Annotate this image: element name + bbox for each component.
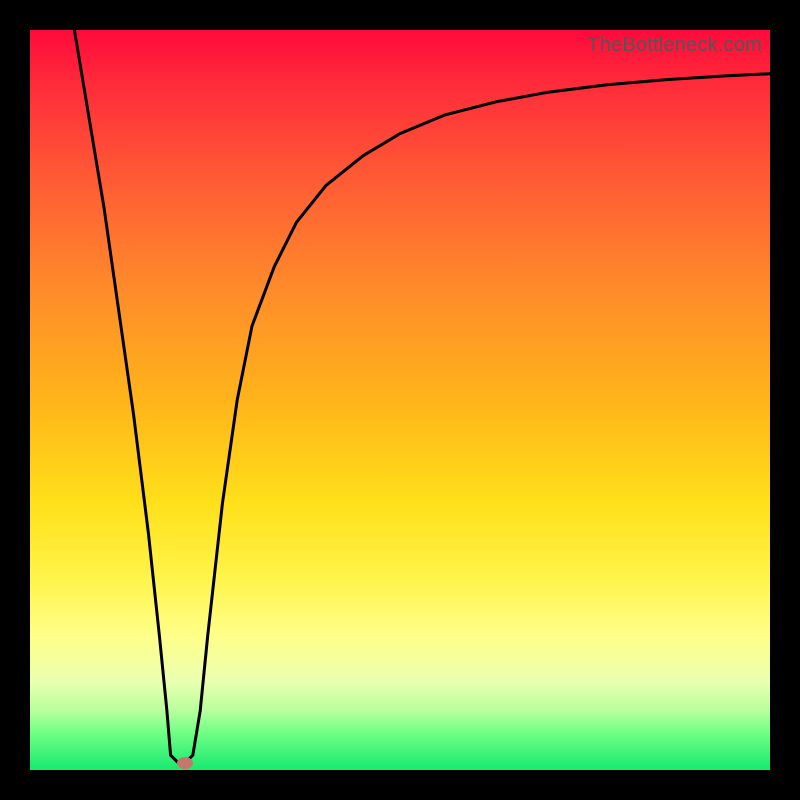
- optimum-marker: [177, 757, 193, 769]
- bottleneck-curve: [30, 30, 770, 770]
- plot-area: TheBottleneck.com: [30, 30, 770, 770]
- chart-frame: TheBottleneck.com: [0, 0, 800, 800]
